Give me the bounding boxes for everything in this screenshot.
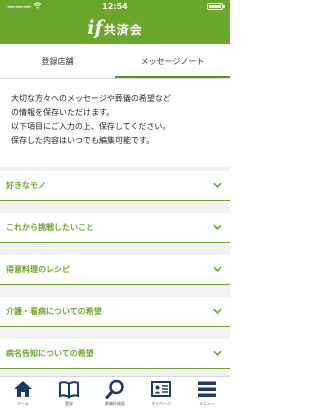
section-label: 病名告知についての希望 [6, 349, 94, 358]
tabbar-label: マイページ [151, 401, 171, 406]
home-icon [14, 381, 32, 397]
logo-text: 共済会 [103, 23, 143, 37]
chevron-down-icon [213, 182, 222, 188]
section-recipes[interactable]: 得意料理のレシピ [0, 255, 230, 285]
tabbar-menu[interactable]: メニュー [184, 377, 230, 409]
intro-line: 大切な方々へのメッセージや葬儀の希望など [11, 94, 171, 103]
battery-icon [207, 3, 225, 10]
section-favorite-things[interactable]: 好きなモノ [0, 171, 230, 201]
menu-icon [198, 381, 216, 397]
chevron-down-icon [213, 308, 222, 314]
app-logo: if共済会 [0, 17, 230, 39]
section-label: 得意料理のレシピ [6, 265, 70, 274]
app-header: ーーー 12:54 if共済会 [0, 0, 230, 44]
segment-tabs: 登録店舗 メッセージノート [0, 44, 230, 79]
active-tab-indicator [115, 76, 230, 78]
tabbar-mypage[interactable]: マイページ [138, 377, 184, 409]
section-nursing-care[interactable]: 介護・看病についての希望 [0, 297, 230, 327]
tabbar-funeral-search[interactable]: 葬儀社検索 [92, 377, 138, 409]
intro-line: 以下項目にご入力の上、保存してください。 [11, 122, 171, 131]
status-bar: ーーー 12:54 [0, 0, 230, 13]
tabbar-label: ホーム [17, 401, 29, 406]
intro-line: の情報を保存いただけます。 [11, 108, 115, 117]
chevron-down-icon [213, 266, 222, 272]
intro-line: 保存した内容はいつでも編集可能です。 [11, 136, 155, 145]
tabbar-label: 葬儀社検索 [105, 401, 125, 406]
section-challenges[interactable]: これから挑戦したいこと [0, 213, 230, 243]
logo-mark: if [87, 17, 103, 39]
section-diagnosis-disclosure[interactable]: 病名告知についての希望 [0, 339, 230, 369]
chevron-down-icon [213, 350, 222, 356]
tabbar-register[interactable]: 登録 [46, 377, 92, 409]
tab-message-note[interactable]: メッセージノート [115, 44, 230, 79]
profile-card-icon [151, 381, 171, 397]
section-label: 好きなモノ [6, 181, 46, 190]
chevron-down-icon [213, 224, 222, 230]
tabbar-home[interactable]: ホーム [0, 377, 46, 409]
book-icon [59, 381, 79, 399]
search-icon [105, 379, 124, 399]
tabbar-label: メニュー [199, 401, 215, 406]
tab-registered-stores[interactable]: 登録店舗 [0, 44, 115, 79]
status-time: 12:54 [102, 2, 128, 11]
section-label: 介護・看病についての希望 [6, 307, 102, 316]
section-label: これから挑戦したいこと [6, 223, 94, 232]
bottom-tab-bar: ホーム 登録 葬儀社検索 マイページ メニュー [0, 376, 230, 409]
tabbar-label: 登録 [65, 401, 73, 406]
intro-text: 大切な方々へのメッセージや葬儀の希望など の情報を保存いただけます。 以下項目に… [11, 92, 225, 148]
